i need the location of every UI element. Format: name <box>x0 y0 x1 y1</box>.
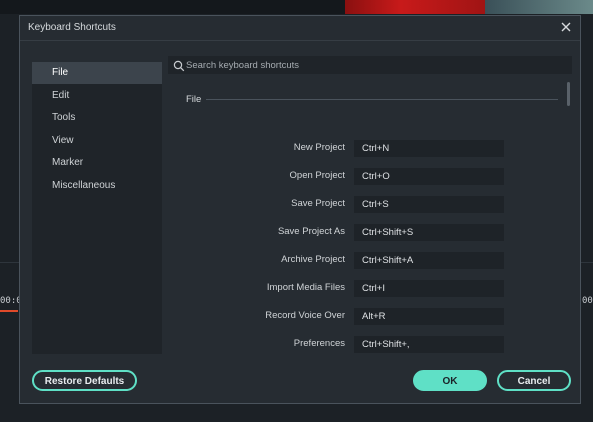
timeline-playhead <box>0 310 18 312</box>
shortcut-row: New Project Ctrl+N <box>168 140 566 157</box>
close-icon[interactable] <box>558 19 574 35</box>
keyboard-shortcuts-dialog: Keyboard Shortcuts File Edit Tools View Mark… <box>19 15 581 404</box>
shortcut-key-field[interactable]: Ctrl+Shift+A <box>354 252 504 269</box>
timeline-timecode-right: 00:0 <box>582 296 593 306</box>
shortcut-label: Archive Project <box>281 254 345 265</box>
shortcut-label: New Project <box>293 142 345 153</box>
sidebar-item-miscellaneous[interactable]: Miscellaneous <box>32 175 162 197</box>
shortcut-row: Save Project Ctrl+S <box>168 196 566 213</box>
shortcut-label: Preferences <box>293 338 345 349</box>
scrollbar-thumb[interactable] <box>567 82 570 106</box>
sidebar-item-file[interactable]: File <box>32 62 162 84</box>
sidebar-item-marker[interactable]: Marker <box>32 152 162 174</box>
shortcut-row: Preferences Ctrl+Shift+, <box>168 336 566 353</box>
shortcut-key-field[interactable]: Ctrl+I <box>354 280 504 297</box>
shortcut-row: Import Media Files Ctrl+I <box>168 280 566 297</box>
shortcut-key-field[interactable]: Ctrl+Shift+, <box>354 336 504 353</box>
category-sidebar: File Edit Tools View Marker Miscellaneous <box>32 62 162 354</box>
shortcut-row: Archive Project Ctrl+Shift+A <box>168 252 566 269</box>
section-title: File <box>186 94 202 105</box>
cancel-button[interactable]: Cancel <box>497 370 571 391</box>
shortcut-label: Record Voice Over <box>265 310 345 321</box>
preview-frame-teal <box>485 0 593 14</box>
shortcut-label: Import Media Files <box>266 282 345 293</box>
section-divider <box>206 99 558 100</box>
shortcut-key-field[interactable]: Alt+R <box>354 308 504 325</box>
shortcut-key-field[interactable]: Ctrl+N <box>354 140 504 157</box>
shortcut-label: Save Project As <box>277 226 345 237</box>
restore-defaults-button[interactable]: Restore Defaults <box>32 370 137 391</box>
sidebar-item-tools[interactable]: Tools <box>32 107 162 129</box>
ok-button[interactable]: OK <box>413 370 487 391</box>
shortcut-label: Save Project <box>291 198 345 209</box>
shortcut-key-field[interactable]: Ctrl+Shift+S <box>354 224 504 241</box>
shortcut-label: Open Project <box>289 170 345 181</box>
dialog-title-bar: Keyboard Shortcuts <box>20 16 580 41</box>
shortcut-row: Save Project As Ctrl+Shift+S <box>168 224 566 241</box>
dialog-title: Keyboard Shortcuts <box>28 22 116 33</box>
preview-frame-red <box>345 0 485 14</box>
shortcut-row: Record Voice Over Alt+R <box>168 308 566 325</box>
shortcut-list-scrollbar[interactable] <box>567 78 570 354</box>
shortcut-list: File New Project Ctrl+N Open Project Ctrl+O… <box>168 78 566 354</box>
shortcut-key-field[interactable]: Ctrl+S <box>354 196 504 213</box>
search-input[interactable] <box>186 56 566 74</box>
sidebar-item-edit[interactable]: Edit <box>32 85 162 107</box>
search-box <box>168 56 572 74</box>
shortcut-row: Open Project Ctrl+O <box>168 168 566 185</box>
sidebar-item-view[interactable]: View <box>32 130 162 152</box>
search-icon <box>173 59 185 72</box>
shortcut-key-field[interactable]: Ctrl+O <box>354 168 504 185</box>
